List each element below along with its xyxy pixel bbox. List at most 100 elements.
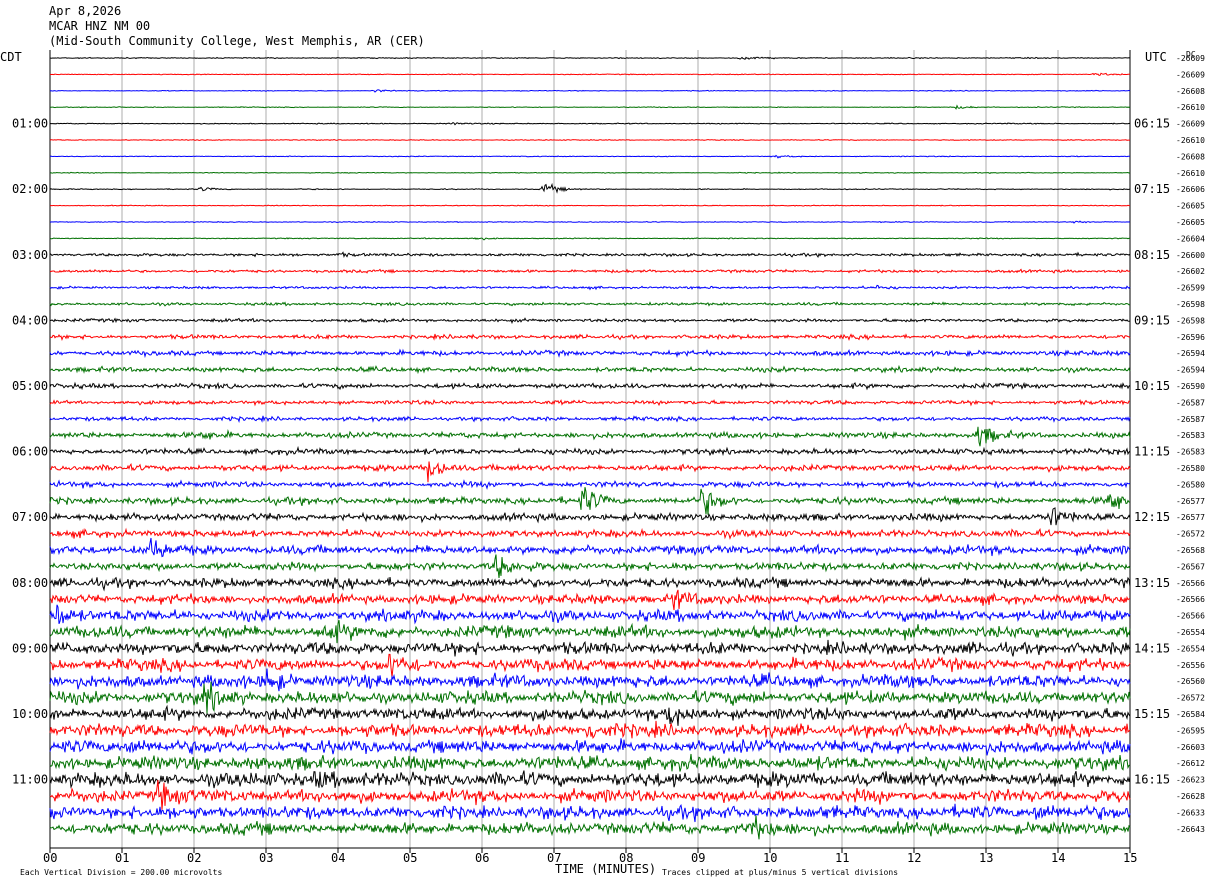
dc-offset-label: -26605 bbox=[1176, 202, 1205, 211]
x-tick-label: 08 bbox=[619, 851, 633, 865]
dc-offset-label: -26572 bbox=[1176, 530, 1205, 539]
dc-offset-label: -26567 bbox=[1176, 562, 1205, 571]
trace-line-46 bbox=[49, 803, 1131, 823]
trace-line-0 bbox=[50, 56, 1131, 61]
dc-offset-label: -26572 bbox=[1176, 694, 1205, 703]
trace-line-31 bbox=[49, 554, 1131, 579]
left-timezone-label: CDT bbox=[0, 50, 22, 64]
trace-line-1 bbox=[49, 72, 1131, 76]
dc-offset-label: -26568 bbox=[1176, 546, 1205, 555]
right-hour-label: 11:15 bbox=[1134, 445, 1170, 459]
trace-line-2 bbox=[49, 89, 1131, 93]
dc-offset-label: -26633 bbox=[1176, 808, 1205, 817]
left-hour-label: 10:00 bbox=[12, 707, 48, 721]
trace-line-26 bbox=[49, 479, 1131, 490]
scale-note: Each Vertical Division = 200.00 microvol… bbox=[20, 868, 222, 877]
x-tick-label: 15 bbox=[1123, 851, 1137, 865]
trace-line-42 bbox=[49, 738, 1131, 756]
trace-line-14 bbox=[49, 284, 1131, 291]
dc-offset-label: -26594 bbox=[1176, 349, 1205, 358]
dc-offset-label: -26554 bbox=[1176, 644, 1205, 653]
x-tick-label: 07 bbox=[547, 851, 561, 865]
dc-offset-label: -26603 bbox=[1176, 743, 1205, 752]
x-tick-label: 10 bbox=[763, 851, 777, 865]
trace-line-25 bbox=[49, 461, 1131, 483]
left-hour-label: 09:00 bbox=[12, 641, 48, 655]
left-hour-label: 01:00 bbox=[12, 117, 48, 131]
dc-offset-label: -26643 bbox=[1176, 825, 1205, 834]
trace-line-30 bbox=[49, 537, 1131, 558]
trace-line-4 bbox=[49, 122, 1131, 126]
left-hour-label: 05:00 bbox=[12, 379, 48, 393]
x-tick-label: 05 bbox=[403, 851, 417, 865]
dc-offset-label: -26566 bbox=[1176, 612, 1205, 621]
trace-line-24 bbox=[49, 445, 1131, 457]
trace-line-9 bbox=[49, 204, 1131, 207]
dc-offset-label: -26566 bbox=[1176, 579, 1205, 588]
dc-offset-label: -26587 bbox=[1176, 415, 1205, 424]
trace-line-29 bbox=[49, 527, 1131, 540]
x-tick-label: 14 bbox=[1051, 851, 1065, 865]
dc-offset-label: -26598 bbox=[1176, 300, 1205, 309]
dc-offset-label: -26606 bbox=[1176, 185, 1205, 194]
right-hour-label: 09:15 bbox=[1134, 313, 1170, 327]
dc-offset-label: -26605 bbox=[1176, 218, 1205, 227]
trace-line-37 bbox=[49, 653, 1131, 678]
dc-offset-label: -26609 bbox=[1176, 120, 1205, 129]
dc-offset-label: -26590 bbox=[1176, 382, 1205, 391]
right-hour-label: 15:15 bbox=[1134, 707, 1170, 721]
left-hour-label: 03:00 bbox=[12, 248, 48, 262]
dc-offset-label: -26604 bbox=[1176, 234, 1205, 243]
x-tick-label: 03 bbox=[259, 851, 273, 865]
trace-line-20 bbox=[49, 381, 1131, 391]
trace-line-18 bbox=[49, 348, 1131, 359]
x-axis-title: TIME (MINUTES) bbox=[555, 862, 656, 876]
x-tick-label: 01 bbox=[115, 851, 129, 865]
clip-note: Traces clipped at plus/minus 5 vertical … bbox=[662, 868, 898, 877]
trace-line-8 bbox=[49, 182, 1131, 194]
dc-offset-label: -26599 bbox=[1176, 284, 1205, 293]
trace-line-35 bbox=[49, 620, 1131, 644]
dc-offset-label: -26608 bbox=[1176, 87, 1205, 96]
dc-offset-label: -26583 bbox=[1176, 448, 1205, 457]
right-hour-label: 06:15 bbox=[1134, 117, 1170, 131]
trace-line-3 bbox=[50, 104, 1131, 110]
dc-offset-label: -26583 bbox=[1176, 431, 1205, 440]
dc-offset-label: -26596 bbox=[1176, 333, 1205, 342]
left-hour-label: 06:00 bbox=[12, 445, 48, 459]
right-hour-label: 16:15 bbox=[1134, 773, 1170, 787]
trace-line-32 bbox=[49, 575, 1131, 592]
dc-offset-label: -26554 bbox=[1176, 628, 1205, 637]
dc-offset-label: -26577 bbox=[1176, 513, 1205, 522]
right-hour-label: 14:15 bbox=[1134, 641, 1170, 655]
dc-offset-label: -26628 bbox=[1176, 792, 1205, 801]
trace-line-36 bbox=[49, 639, 1131, 657]
left-hour-label: 04:00 bbox=[12, 313, 48, 327]
dc-offset-label: -26584 bbox=[1176, 710, 1205, 719]
dc-offset-label: -26587 bbox=[1176, 398, 1205, 407]
dc-offset-label: -26580 bbox=[1176, 480, 1205, 489]
x-tick-label: 12 bbox=[907, 851, 921, 865]
dc-offset-label: -26566 bbox=[1176, 595, 1205, 604]
dc-offset-label: -26594 bbox=[1176, 366, 1205, 375]
dc-offset-label: -26556 bbox=[1176, 661, 1205, 670]
dc-offset-label: -26623 bbox=[1176, 776, 1205, 785]
helicorder-plot: CDT UTC DC TIME (MINUTES) Each Vertical … bbox=[0, 50, 1205, 877]
trace-line-34 bbox=[49, 604, 1131, 625]
trace-line-19 bbox=[49, 364, 1131, 375]
trace-line-45 bbox=[49, 779, 1131, 810]
trace-line-21 bbox=[49, 398, 1130, 407]
right-hour-label: 13:15 bbox=[1134, 576, 1170, 590]
trace-line-33 bbox=[49, 589, 1131, 611]
trace-line-23 bbox=[49, 426, 1131, 447]
left-hour-label: 11:00 bbox=[12, 773, 48, 787]
trace-line-13 bbox=[49, 268, 1131, 274]
x-tick-label: 09 bbox=[691, 851, 705, 865]
trace-line-39 bbox=[49, 681, 1131, 714]
x-tick-label: 11 bbox=[835, 851, 849, 865]
trace-line-43 bbox=[49, 753, 1131, 772]
x-tick-label: 04 bbox=[331, 851, 345, 865]
dc-offset-label: -26580 bbox=[1176, 464, 1205, 473]
trace-line-15 bbox=[49, 301, 1131, 307]
dc-offset-label: -26610 bbox=[1176, 169, 1205, 178]
